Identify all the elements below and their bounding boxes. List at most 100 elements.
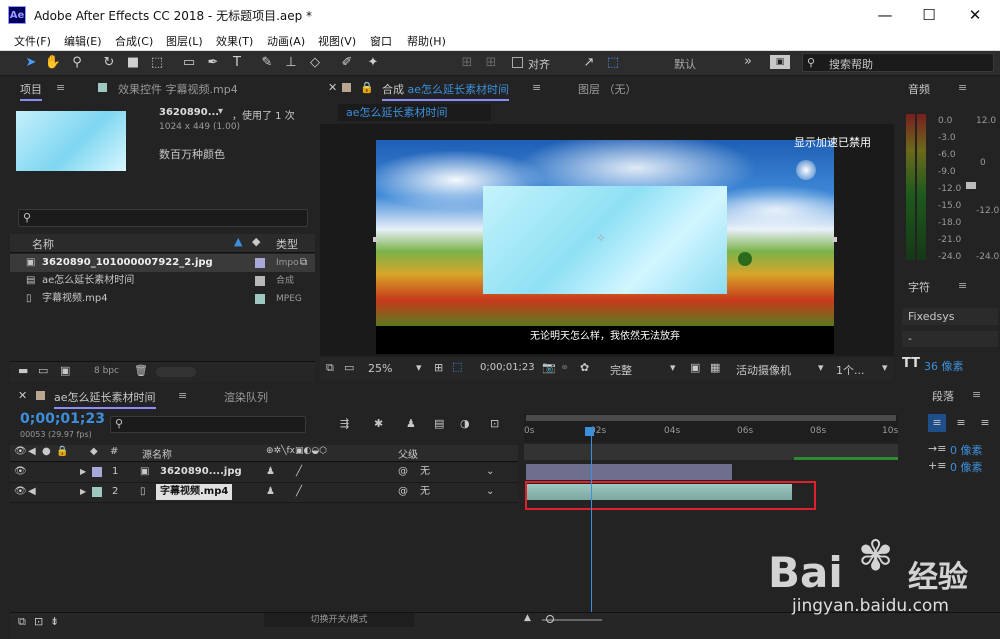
type-tool-icon[interactable]: T — [228, 54, 246, 72]
maximize-button[interactable]: ☐ — [906, 0, 952, 30]
solo-icon[interactable]: ● — [42, 446, 51, 457]
comp-subtab[interactable]: ae怎么延长素材时间 — [338, 104, 491, 121]
mask-visibility-icon[interactable]: ⬚ — [452, 360, 462, 373]
layer-switches-icon[interactable]: ⧉ — [18, 615, 26, 629]
always-preview-icon[interactable]: ⧉ — [326, 361, 334, 375]
audio-icon[interactable]: ◀ — [28, 446, 36, 457]
project-item-3[interactable]: ▯ 字幕视频.mp4 MPEG — [10, 290, 315, 308]
close-timeline-icon[interactable]: ✕ — [18, 389, 27, 402]
font-size-value[interactable]: 36 像素 — [924, 358, 964, 374]
col-name[interactable]: 名称 — [32, 236, 54, 252]
hand-tool-icon[interactable]: ✋ — [44, 54, 62, 72]
menu-effect[interactable]: 效果(T) — [216, 33, 253, 49]
workspace-menu-icon[interactable]: ▣ — [770, 55, 790, 69]
local-axis-icon[interactable]: ⊞ — [458, 54, 476, 72]
pick-whip-icon[interactable]: @ — [398, 463, 408, 481]
brush-tool-icon[interactable]: ✎ — [258, 54, 276, 72]
audio-menu-icon[interactable]: ≡ — [958, 81, 967, 94]
eye-icon[interactable]: 👁 — [14, 463, 27, 481]
zoom-tool-icon[interactable]: ⚲ — [68, 54, 86, 72]
transfer-controls-icon[interactable]: ⊡ — [34, 615, 43, 628]
tab-composition[interactable]: 合成 ae怎么延长素材时间 — [382, 81, 510, 101]
parent-chevron-down-icon[interactable]: ⌄ — [486, 483, 494, 501]
timeline-current-time[interactable]: 0;00;01;23 — [20, 411, 105, 427]
layer-row-1[interactable]: 👁 ▶ 1 ▣ 3620890....jpg ♟ ╱ @ 无 ⌄ — [10, 463, 518, 483]
comp-viewer[interactable]: ✧ 显示加速已禁用 无论明天怎么样，我依然无法放弃 — [320, 124, 894, 356]
minimize-button[interactable]: — — [862, 0, 908, 30]
label-swatch[interactable] — [255, 294, 265, 304]
pen-tool-icon[interactable]: ✒ — [204, 54, 222, 72]
parent-chevron-down-icon[interactable]: ⌄ — [486, 463, 494, 481]
project-menu-icon[interactable]: ≡ — [56, 81, 65, 94]
menu-file[interactable]: 文件(F) — [14, 33, 51, 49]
paragraph-menu-icon[interactable]: ≡ — [972, 388, 981, 401]
thumb-dropdown-icon[interactable]: ▾ — [218, 106, 223, 117]
lock-icon[interactable]: 🔒 — [360, 81, 374, 94]
transparency-grid-icon[interactable]: ▦ — [710, 361, 720, 374]
quality-switch-icon[interactable]: ╱ — [296, 463, 302, 481]
snap-options-icon[interactable]: ↗ — [580, 54, 598, 72]
zoom-chevron-down-icon[interactable]: ▾ — [416, 361, 422, 374]
col-source-name[interactable]: 源名称 — [142, 446, 172, 461]
draft-3d-icon[interactable]: ✱ — [374, 417, 383, 430]
space-before-value[interactable]: 0 像素 — [950, 459, 983, 475]
parent-dropdown[interactable]: 无 — [420, 463, 430, 481]
camera-chevron-down-icon[interactable]: ▾ — [818, 361, 824, 374]
eye-icon[interactable]: 👁 — [14, 483, 27, 501]
in-out-icon[interactable]: ⇟ — [50, 615, 59, 628]
puppet-tool-icon[interactable]: ✦ — [364, 54, 382, 72]
new-folder-icon[interactable]: ▭ — [38, 364, 48, 377]
align-right-icon[interactable]: ≡ — [976, 414, 994, 432]
frame-handle-left[interactable] — [373, 237, 378, 242]
menu-composition[interactable]: 合成(C) — [115, 33, 153, 49]
toggle-switches-modes[interactable]: 切换开关/模式 — [264, 613, 414, 627]
indent-left-value[interactable]: 0 像素 — [950, 442, 983, 458]
graph-editor-icon[interactable]: ⊡ — [490, 417, 499, 430]
tab-character[interactable]: 字符 — [908, 279, 930, 295]
tab-project[interactable]: 项目 — [20, 81, 42, 101]
close-comp-icon[interactable]: ✕ — [328, 81, 337, 94]
interpret-footage-icon[interactable]: ▬ — [18, 364, 28, 377]
footage-layer-overlay[interactable]: ✧ — [483, 186, 727, 294]
tab-effect-controls[interactable]: 效果控件 字幕视频.mp4 — [118, 81, 238, 97]
shy-switch-icon[interactable]: ♟ — [266, 463, 275, 481]
tab-render-queue[interactable]: 渲染队列 — [224, 389, 268, 405]
close-button[interactable]: ✕ — [952, 0, 998, 30]
shy-switch-icon[interactable]: ♟ — [266, 483, 275, 501]
label-swatch[interactable] — [255, 276, 265, 286]
snap-checkbox[interactable] — [512, 57, 523, 68]
help-search-input[interactable]: ⚲ 搜索帮助 — [802, 53, 994, 72]
playhead-handle[interactable] — [585, 427, 594, 436]
label-column-icon[interactable]: ◆ — [90, 446, 98, 457]
fit-icon[interactable]: ⊞ — [434, 361, 443, 374]
resolution-chevron-down-icon[interactable]: ▾ — [670, 361, 676, 374]
selection-tool-icon[interactable]: ➤ — [22, 54, 40, 72]
lock-column-icon[interactable]: 🔒 — [56, 446, 68, 457]
expand-arrow-icon[interactable]: ▶ — [80, 483, 86, 501]
comp-current-time[interactable]: 0;00;01;23 — [480, 362, 535, 373]
layer-label-swatch[interactable] — [92, 487, 102, 497]
layer-label-swatch[interactable] — [92, 467, 102, 477]
timeline-menu-icon[interactable]: ≡ — [178, 389, 187, 402]
timeline-search-input[interactable]: ⚲ — [110, 416, 306, 433]
zoom-out-icon[interactable]: ▲ — [524, 613, 531, 623]
more-workspaces-icon[interactable]: » — [744, 54, 752, 69]
label-swatch[interactable] — [255, 258, 265, 268]
zoom-slider-handle[interactable] — [546, 615, 554, 623]
eraser-tool-icon[interactable]: ◇ — [306, 54, 324, 72]
camera-dropdown[interactable]: 活动摄像机 — [736, 362, 791, 378]
frame-handle-right[interactable] — [832, 237, 837, 242]
menu-window[interactable]: 窗口 — [370, 33, 392, 49]
show-snapshot-icon[interactable]: ⚭ — [560, 361, 569, 374]
project-item-2[interactable]: ▤ ae怎么延长素材时间 合成 — [10, 272, 315, 290]
parent-dropdown[interactable]: 无 — [420, 483, 430, 501]
align-left-icon[interactable]: ≡ — [928, 414, 946, 432]
volume-slider-handle[interactable] — [966, 182, 976, 189]
tab-layer[interactable]: 图层 （无） — [578, 81, 637, 97]
work-area-bar[interactable] — [526, 415, 896, 421]
expand-arrow-icon[interactable]: ▶ — [80, 463, 86, 481]
motion-blur-icon[interactable]: ◑ — [460, 417, 470, 430]
channel-icon[interactable]: ✿ — [580, 361, 589, 374]
menu-view[interactable]: 视图(V) — [318, 33, 356, 49]
views-chevron-down-icon[interactable]: ▾ — [882, 361, 888, 374]
